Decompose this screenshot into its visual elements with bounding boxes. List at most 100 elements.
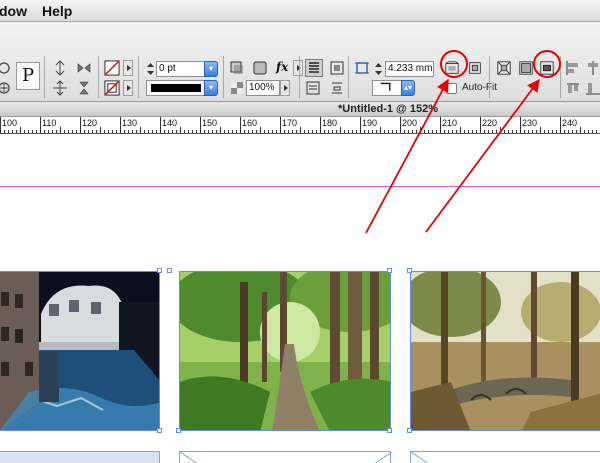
ruler-minor-tick bbox=[148, 130, 149, 133]
ruler-label: 210 bbox=[442, 118, 458, 128]
resize-handle[interactable] bbox=[387, 268, 392, 273]
ruler-minor-tick bbox=[128, 130, 129, 133]
resize-handle[interactable] bbox=[387, 428, 392, 433]
ruler-minor-tick bbox=[252, 130, 253, 133]
resize-handle[interactable] bbox=[176, 428, 181, 433]
distribute-icon[interactable] bbox=[565, 80, 581, 96]
align-center-icon[interactable] bbox=[585, 60, 600, 76]
ruler-minor-tick bbox=[108, 130, 109, 133]
fit-frame-to-content-icon[interactable] bbox=[467, 60, 485, 78]
document-canvas[interactable] bbox=[0, 135, 600, 463]
flip-vertical-icon[interactable] bbox=[76, 80, 92, 96]
image-frame-forest-path[interactable] bbox=[179, 271, 391, 431]
resize-handle[interactable] bbox=[407, 428, 412, 433]
resize-handle[interactable] bbox=[157, 428, 162, 433]
menu-help[interactable]: Help bbox=[42, 3, 72, 19]
horizontal-ruler[interactable]: 100 110 120 130 140 150 160 170 180 190 200 210 220 2… bbox=[0, 117, 600, 134]
ruler-minor-tick bbox=[12, 130, 13, 133]
stroke-weight-dropdown[interactable]: ▾ bbox=[204, 61, 218, 77]
resize-handle[interactable] bbox=[157, 268, 162, 273]
align-bottom-icon[interactable] bbox=[585, 80, 600, 96]
fx-dropdown[interactable] bbox=[293, 60, 303, 76]
effects-square-icon[interactable] bbox=[252, 60, 268, 76]
flip-horizontal-icon[interactable] bbox=[76, 60, 92, 76]
ruler-minor-tick bbox=[376, 130, 377, 133]
fit-content-proportionally-icon[interactable] bbox=[539, 60, 557, 78]
fill-swatch-icon[interactable] bbox=[104, 60, 121, 77]
ruler-label: 100 bbox=[2, 118, 18, 128]
ruler-minor-tick bbox=[580, 127, 581, 133]
ruler-minor-tick bbox=[564, 130, 565, 133]
opacity-field[interactable]: 100% bbox=[246, 80, 280, 96]
rotate-icon[interactable] bbox=[0, 60, 12, 76]
separator bbox=[223, 56, 224, 98]
center-content-icon[interactable] bbox=[496, 60, 514, 78]
fill-swatch-dropdown[interactable] bbox=[123, 60, 133, 76]
image-frame-forest-bridge[interactable] bbox=[410, 271, 600, 431]
ruler-minor-tick bbox=[236, 130, 237, 133]
venice-image bbox=[0, 272, 159, 430]
stroke-type-field[interactable] bbox=[146, 80, 206, 96]
ruler-label: 170 bbox=[282, 118, 298, 128]
align-left-edges-icon[interactable] bbox=[565, 60, 581, 76]
image-frame-lower-3[interactable] bbox=[410, 451, 600, 463]
move-icon[interactable] bbox=[52, 80, 68, 96]
ruler-minor-tick bbox=[380, 127, 381, 133]
ruler-minor-tick bbox=[332, 130, 333, 133]
stroke-weight-stepper[interactable] bbox=[146, 61, 155, 77]
ruler-label: 180 bbox=[322, 118, 338, 128]
opacity-dropdown[interactable] bbox=[280, 80, 290, 96]
wrap-none-icon[interactable] bbox=[305, 59, 323, 77]
ruler-major-tick bbox=[520, 117, 521, 133]
shear-icon[interactable] bbox=[0, 80, 12, 96]
align-icon[interactable] bbox=[52, 60, 68, 76]
opacity-icon[interactable] bbox=[229, 80, 245, 96]
drop-shadow-icon[interactable] bbox=[229, 60, 245, 76]
frame-size-icon[interactable] bbox=[354, 60, 370, 76]
image-frame-lower-1[interactable] bbox=[0, 451, 160, 463]
ruler-major-tick bbox=[40, 117, 41, 133]
ruler-minor-tick bbox=[404, 130, 405, 133]
wrap-bounding-box-icon[interactable] bbox=[329, 60, 345, 76]
wrap-shape-icon[interactable] bbox=[305, 80, 321, 96]
ruler-minor-tick bbox=[104, 130, 105, 133]
ruler-minor-tick bbox=[508, 130, 509, 133]
stroke-weight-field[interactable]: 0 pt bbox=[156, 61, 205, 77]
ruler-minor-tick bbox=[140, 127, 141, 133]
auto-fit-checkbox[interactable] bbox=[446, 83, 457, 94]
fx-icon[interactable]: fx bbox=[276, 60, 292, 76]
ruler-minor-tick bbox=[464, 130, 465, 133]
fit-content-to-frame-icon[interactable] bbox=[444, 60, 462, 78]
corner-options-dropdown[interactable]: ▴▾ bbox=[401, 80, 415, 96]
stroke-swatch-icon[interactable] bbox=[104, 80, 121, 97]
dimension-stepper[interactable] bbox=[374, 61, 383, 77]
ruler-minor-tick bbox=[144, 130, 145, 133]
separator bbox=[489, 56, 490, 98]
resize-handle[interactable] bbox=[167, 268, 172, 273]
dimension-field[interactable]: 4.233 mm bbox=[385, 61, 434, 77]
text-frame-options-icon[interactable]: P bbox=[16, 62, 40, 90]
ruler-minor-tick bbox=[408, 130, 409, 133]
separator bbox=[299, 56, 300, 98]
image-frame-venice[interactable] bbox=[0, 271, 160, 431]
ruler-minor-tick bbox=[272, 130, 273, 133]
ruler-minor-tick bbox=[532, 130, 533, 133]
stroke-swatch-dropdown[interactable] bbox=[123, 80, 133, 96]
resize-handle[interactable] bbox=[407, 268, 412, 273]
ruler-minor-tick bbox=[72, 130, 73, 133]
menu-window[interactable]: dow bbox=[0, 3, 27, 19]
image-frame-lower-2[interactable] bbox=[179, 451, 393, 463]
corner-options-field[interactable] bbox=[372, 80, 402, 96]
ruler-minor-tick bbox=[328, 130, 329, 133]
ruler-minor-tick bbox=[368, 130, 369, 133]
ruler-minor-tick bbox=[556, 130, 557, 133]
ruler-label: 240 bbox=[562, 118, 578, 128]
wrap-jump-icon[interactable] bbox=[329, 80, 345, 96]
ruler-major-tick bbox=[280, 117, 281, 133]
ruler-minor-tick bbox=[64, 130, 65, 133]
stroke-type-dropdown[interactable]: ▾ bbox=[204, 80, 218, 96]
fill-frame-proportionally-icon[interactable] bbox=[518, 60, 536, 78]
ruler-minor-tick bbox=[268, 130, 269, 133]
ruler-minor-tick bbox=[76, 130, 77, 133]
ruler-minor-tick bbox=[476, 130, 477, 133]
